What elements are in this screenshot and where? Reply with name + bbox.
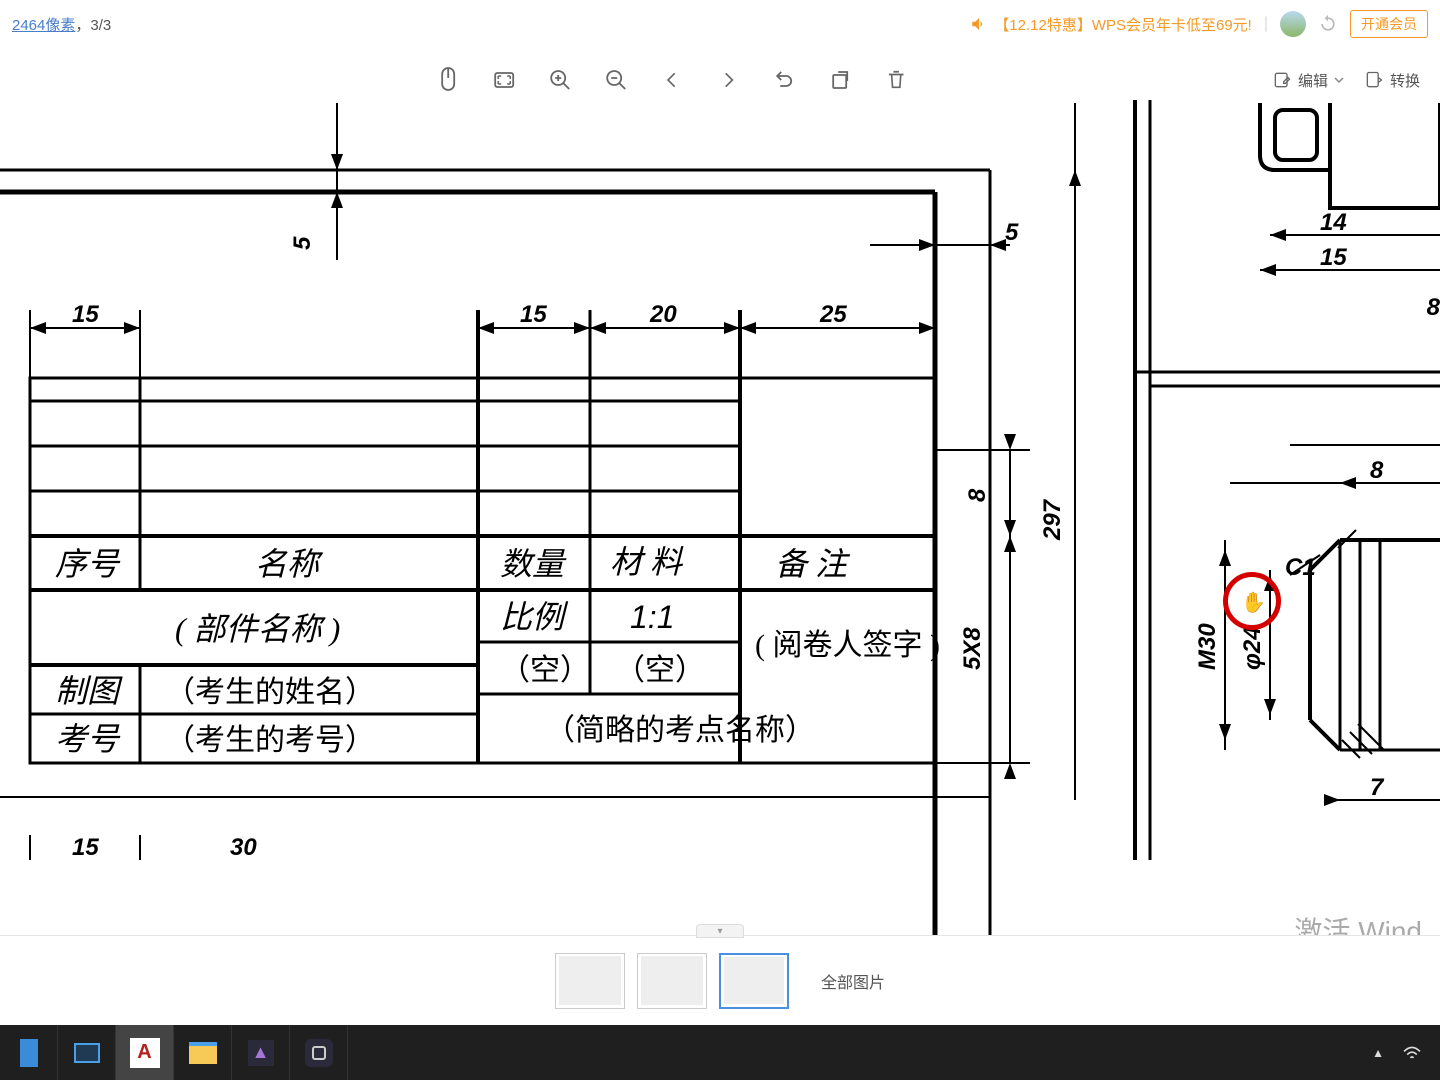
svg-text:C1: C1 bbox=[1285, 554, 1316, 581]
svg-text:8: 8 bbox=[1427, 294, 1440, 321]
svg-text:名称: 名称 bbox=[255, 546, 324, 582]
image-canvas[interactable]: 5 5 bbox=[0, 100, 1440, 980]
avatar[interactable] bbox=[1280, 11, 1306, 37]
convert-icon bbox=[1364, 70, 1384, 90]
thumbnail-2[interactable] bbox=[637, 953, 707, 1009]
svg-text:比例: 比例 bbox=[500, 599, 569, 635]
svg-text:（考生的姓名）: （考生的姓名） bbox=[165, 676, 375, 709]
svg-text:30: 30 bbox=[230, 834, 257, 861]
convert-button[interactable]: 转换 bbox=[1364, 70, 1420, 91]
taskbar-autocad[interactable]: A bbox=[116, 1025, 174, 1080]
svg-text:8: 8 bbox=[964, 488, 991, 502]
mouse-icon[interactable] bbox=[433, 65, 463, 95]
taskbar-start[interactable] bbox=[0, 1025, 58, 1080]
speaker-icon bbox=[970, 15, 988, 33]
delete-icon[interactable] bbox=[881, 65, 911, 95]
svg-text:1:1: 1:1 bbox=[630, 599, 674, 635]
svg-text:( 部件名称 ): ( 部件名称 ) bbox=[175, 611, 340, 647]
pixel-dimension: 2464像素 bbox=[12, 14, 75, 35]
svg-text:数量: 数量 bbox=[500, 546, 567, 582]
svg-text:297: 297 bbox=[1039, 498, 1066, 541]
svg-text:5X8: 5X8 bbox=[959, 627, 986, 670]
svg-text:25: 25 bbox=[819, 301, 847, 328]
tray-chevron-icon[interactable]: ▲ bbox=[1372, 1046, 1384, 1060]
taskbar-app-2[interactable] bbox=[290, 1025, 348, 1080]
svg-text:φ24: φ24 bbox=[1239, 626, 1266, 670]
rotate-right-icon[interactable] bbox=[825, 65, 855, 95]
zoom-in-icon[interactable] bbox=[545, 65, 575, 95]
svg-text:制图: 制图 bbox=[55, 673, 123, 709]
taskbar-app-1[interactable]: ▲ bbox=[232, 1025, 290, 1080]
svg-text:（空）: （空） bbox=[500, 654, 590, 687]
edit-button[interactable]: 编辑 bbox=[1272, 70, 1344, 91]
page-counter: ，3/3 bbox=[75, 14, 111, 35]
titlebar: 2464像素 ，3/3 【12.12特惠】WPS会员年卡低至69元! | 开通会… bbox=[0, 0, 1440, 48]
dim-right-5: 5 bbox=[1005, 219, 1019, 246]
image-info: 2464像素 ，3/3 bbox=[12, 14, 111, 35]
strip-handle[interactable]: ▾ bbox=[696, 924, 744, 938]
svg-text:14: 14 bbox=[1320, 209, 1347, 236]
taskbar-taskview[interactable] bbox=[58, 1025, 116, 1080]
thumbnail-1[interactable] bbox=[555, 953, 625, 1009]
thumbnail-3[interactable] bbox=[719, 953, 789, 1009]
svg-text:（考生的考号）: （考生的考号） bbox=[165, 724, 375, 757]
svg-text:备 注: 备 注 bbox=[775, 546, 851, 582]
svg-text:序号: 序号 bbox=[55, 546, 121, 582]
promo-banner[interactable]: 【12.12特惠】WPS会员年卡低至69元! bbox=[970, 14, 1252, 35]
refresh-icon[interactable] bbox=[1318, 14, 1338, 34]
svg-text:8: 8 bbox=[1370, 457, 1384, 484]
svg-text:15: 15 bbox=[520, 301, 547, 328]
svg-text:15: 15 bbox=[1320, 244, 1347, 271]
zoom-out-icon[interactable] bbox=[601, 65, 631, 95]
tray-wifi-icon[interactable] bbox=[1402, 1045, 1422, 1061]
fullscreen-icon[interactable] bbox=[489, 65, 519, 95]
svg-text:( 阅卷人签字 ): ( 阅卷人签字 ) bbox=[755, 629, 940, 662]
svg-text:（空）: （空） bbox=[615, 654, 705, 687]
svg-text:15: 15 bbox=[72, 301, 99, 328]
edit-icon bbox=[1272, 70, 1292, 90]
prev-icon[interactable] bbox=[657, 65, 687, 95]
svg-text:（简略的考点名称）: （简略的考点名称） bbox=[545, 714, 815, 747]
svg-text:M30: M30 bbox=[1194, 623, 1221, 670]
taskbar-explorer[interactable] bbox=[174, 1025, 232, 1080]
svg-text:材 料: 材 料 bbox=[610, 544, 684, 580]
taskbar: A ▲ ▲ bbox=[0, 1025, 1440, 1080]
hand-cursor-icon: ✋ bbox=[1241, 590, 1266, 615]
chevron-down-icon bbox=[1334, 75, 1344, 85]
svg-text:7: 7 bbox=[1370, 774, 1385, 801]
thumbnail-strip: ▾ 全部图片 bbox=[0, 935, 1440, 1025]
membership-button[interactable]: 开通会员 bbox=[1350, 10, 1428, 38]
dim-top-5: 5 bbox=[289, 236, 316, 250]
toolbar: 编辑 转换 bbox=[0, 55, 1440, 105]
rotate-left-icon[interactable] bbox=[769, 65, 799, 95]
svg-text:20: 20 bbox=[649, 301, 677, 328]
svg-text:15: 15 bbox=[72, 834, 99, 861]
svg-text:考号: 考号 bbox=[55, 721, 121, 757]
next-icon[interactable] bbox=[713, 65, 743, 95]
all-images-link[interactable]: 全部图片 bbox=[821, 969, 885, 993]
